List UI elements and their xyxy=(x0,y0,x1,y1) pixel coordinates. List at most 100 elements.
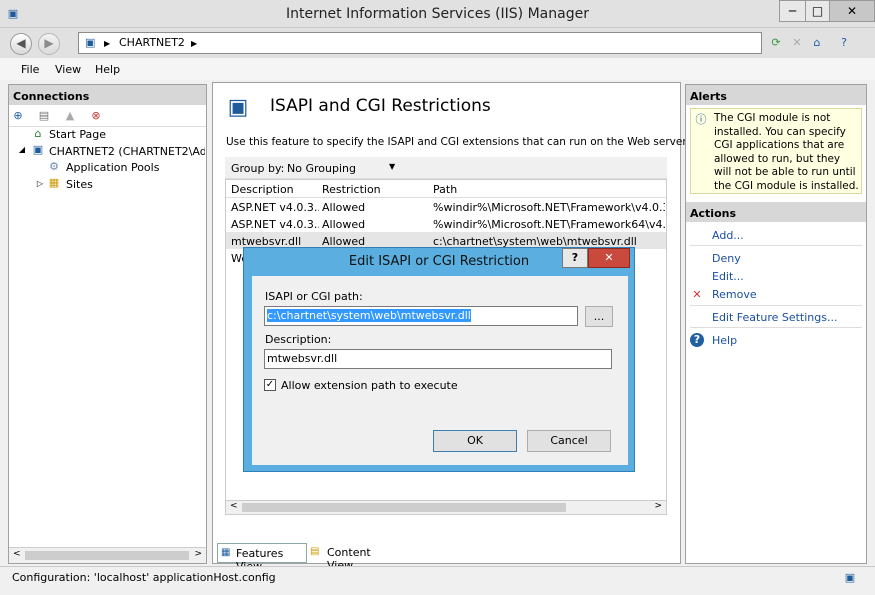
features-view-icon: ▦ xyxy=(221,547,231,558)
path-input-value: c:\chartnet\system\web\mtwebsvr.dll xyxy=(267,309,471,322)
table-row[interactable]: ASP.NET v4.0.3... Allowed %windir%\Micro… xyxy=(226,215,666,232)
scroll-thumb[interactable] xyxy=(242,503,566,512)
edit-restriction-dialog: Edit ISAPI or CGI Restriction ? ✕ ISAPI … xyxy=(243,247,635,472)
help-icon[interactable]: ? xyxy=(837,36,851,50)
path-input[interactable]: c:\chartnet\system\web\mtwebsvr.dll xyxy=(264,306,578,326)
breadcrumb[interactable]: CHARTNET2 xyxy=(119,36,185,49)
divider xyxy=(690,245,862,246)
scroll-left-icon[interactable]: < xyxy=(230,501,238,511)
column-description[interactable]: Description xyxy=(231,183,294,196)
alerts-header: Alerts xyxy=(686,85,866,105)
tree-server[interactable]: CHARTNET2 (CHARTNET2\Adm xyxy=(49,145,205,158)
navigation-bar: ◀ ▶ ▣ ▶ CHARTNET2 ▶ ⟳ ✕ ⌂ ? xyxy=(0,28,875,58)
back-button[interactable]: ◀ xyxy=(10,33,32,55)
maximize-button[interactable]: □ xyxy=(805,0,830,22)
tree-application-pools[interactable]: Application Pools xyxy=(66,161,159,174)
tab-content-view[interactable]: ▤ Content View xyxy=(310,543,400,572)
remove-icon: ✕ xyxy=(692,288,702,301)
group-by-label: Group by: xyxy=(231,162,285,175)
divider xyxy=(690,327,862,328)
alert-box: ⓘ The CGI module is not installed. You c… xyxy=(690,108,862,194)
action-help[interactable]: Help xyxy=(712,334,737,347)
chevron-right-icon: ▶ xyxy=(104,39,111,48)
allow-checkbox[interactable]: ✓ xyxy=(264,379,276,391)
start-page-icon: ⌂ xyxy=(34,127,42,140)
scroll-left-icon[interactable]: < xyxy=(13,549,21,559)
dialog-close-button[interactable]: ✕ xyxy=(588,248,630,268)
action-add[interactable]: Add... xyxy=(712,229,744,242)
tree-sites[interactable]: Sites xyxy=(66,178,93,191)
description-label: Description: xyxy=(265,333,332,346)
refresh-icon[interactable]: ⟳ xyxy=(769,36,783,50)
menu-view[interactable]: View xyxy=(55,63,81,76)
expand-icon[interactable]: ▷ xyxy=(33,177,47,191)
table-row[interactable]: ASP.NET v4.0.3... Allowed %windir%\Micro… xyxy=(226,198,666,215)
dialog-help-button[interactable]: ? xyxy=(562,248,588,268)
connect-icon[interactable]: ⊕ xyxy=(11,109,25,123)
cell-restriction: Allowed xyxy=(322,201,366,214)
isapi-feature-icon: ▣ xyxy=(227,95,249,120)
help-icon: ? xyxy=(690,333,704,347)
save-icon[interactable]: ▤ xyxy=(37,109,51,123)
up-icon[interactable]: ▲ xyxy=(63,109,77,123)
action-remove[interactable]: Remove xyxy=(712,288,757,301)
connections-toolbar: ⊕ ▤ ▲ ⊗ xyxy=(9,105,206,127)
connections-header: Connections xyxy=(9,85,206,105)
action-edit[interactable]: Edit... xyxy=(712,270,744,283)
title-bar: ▣ Internet Information Services (IIS) Ma… xyxy=(0,0,875,28)
allow-checkbox-label[interactable]: Allow extension path to execute xyxy=(281,379,458,392)
dropdown-arrow-icon[interactable]: ▼ xyxy=(389,162,395,171)
forward-button[interactable]: ▶ xyxy=(38,33,60,55)
cancel-button[interactable]: Cancel xyxy=(527,430,611,452)
column-restriction[interactable]: Restriction xyxy=(322,183,381,196)
table-horizontal-scrollbar[interactable]: < > xyxy=(226,500,666,514)
window-title: Internet Information Services (IIS) Mana… xyxy=(286,6,589,22)
sites-icon: ▦ xyxy=(48,176,60,189)
browse-button[interactable]: ... xyxy=(585,306,613,327)
ok-button[interactable]: OK xyxy=(433,430,517,452)
home-icon[interactable]: ⌂ xyxy=(810,36,824,50)
group-by-select[interactable]: No Grouping xyxy=(287,162,356,175)
disconnect-icon[interactable]: ⊗ xyxy=(89,109,103,123)
tree-start-page[interactable]: Start Page xyxy=(49,128,106,141)
menu-help[interactable]: Help xyxy=(95,63,120,76)
scroll-right-icon[interactable]: > xyxy=(194,549,202,559)
feature-description: Use this feature to specify the ISAPI an… xyxy=(226,136,690,148)
cell-path: %windir%\Microsoft.NET\Framework64\v4.0.… xyxy=(433,218,665,231)
path-label: ISAPI or CGI path: xyxy=(265,290,363,303)
column-path[interactable]: Path xyxy=(433,183,457,196)
description-input[interactable]: mtwebsvr.dll xyxy=(264,349,612,369)
action-deny[interactable]: Deny xyxy=(712,252,741,265)
divider xyxy=(690,305,862,306)
action-edit-feature-settings[interactable]: Edit Feature Settings... xyxy=(712,311,837,324)
server-icon: ▣ xyxy=(85,36,96,49)
network-icon: ▣ xyxy=(844,571,856,584)
cell-restriction: Allowed xyxy=(322,218,366,231)
table-header: Description Restriction Path xyxy=(226,180,666,198)
content-view-icon: ▤ xyxy=(310,546,320,557)
cell-description: ASP.NET v4.0.3... xyxy=(231,201,319,214)
server-icon: ▣ xyxy=(32,143,44,156)
status-bar: Configuration: 'localhost' applicationHo… xyxy=(0,566,875,595)
menu-bar: File View Help xyxy=(0,58,875,80)
chevron-right-icon[interactable]: ▶ xyxy=(191,39,197,48)
status-text: Configuration: 'localhost' applicationHo… xyxy=(12,571,276,584)
minimize-button[interactable]: ─ xyxy=(779,0,806,22)
horizontal-scrollbar[interactable]: < > xyxy=(9,547,206,563)
connections-panel: Connections ⊕ ▤ ▲ ⊗ ⌂ Start Page ◢ ▣ CHA… xyxy=(8,84,207,564)
alert-message: The CGI module is not installed. You can… xyxy=(714,112,859,192)
collapse-icon[interactable]: ◢ xyxy=(15,143,29,157)
dialog-body: ISAPI or CGI path: c:\chartnet\system\we… xyxy=(252,276,628,465)
scroll-right-icon[interactable]: > xyxy=(654,501,662,511)
actions-header: Actions xyxy=(686,202,866,222)
stop-icon[interactable]: ✕ xyxy=(790,36,804,50)
address-bar[interactable]: ▣ ▶ CHARTNET2 ▶ xyxy=(78,32,762,54)
group-by-bar: Group by: No Grouping ▼ xyxy=(225,157,667,179)
close-button[interactable]: ✕ xyxy=(829,0,875,22)
cell-description: ASP.NET v4.0.3... xyxy=(231,218,319,231)
actions-panel: Alerts ⓘ The CGI module is not installed… xyxy=(685,84,867,564)
scroll-thumb[interactable] xyxy=(25,551,189,560)
cell-path: %windir%\Microsoft.NET\Framework\v4.0.30… xyxy=(433,201,665,214)
menu-file[interactable]: File xyxy=(21,63,39,76)
tab-features-view[interactable]: ▦ Features View xyxy=(217,543,307,573)
